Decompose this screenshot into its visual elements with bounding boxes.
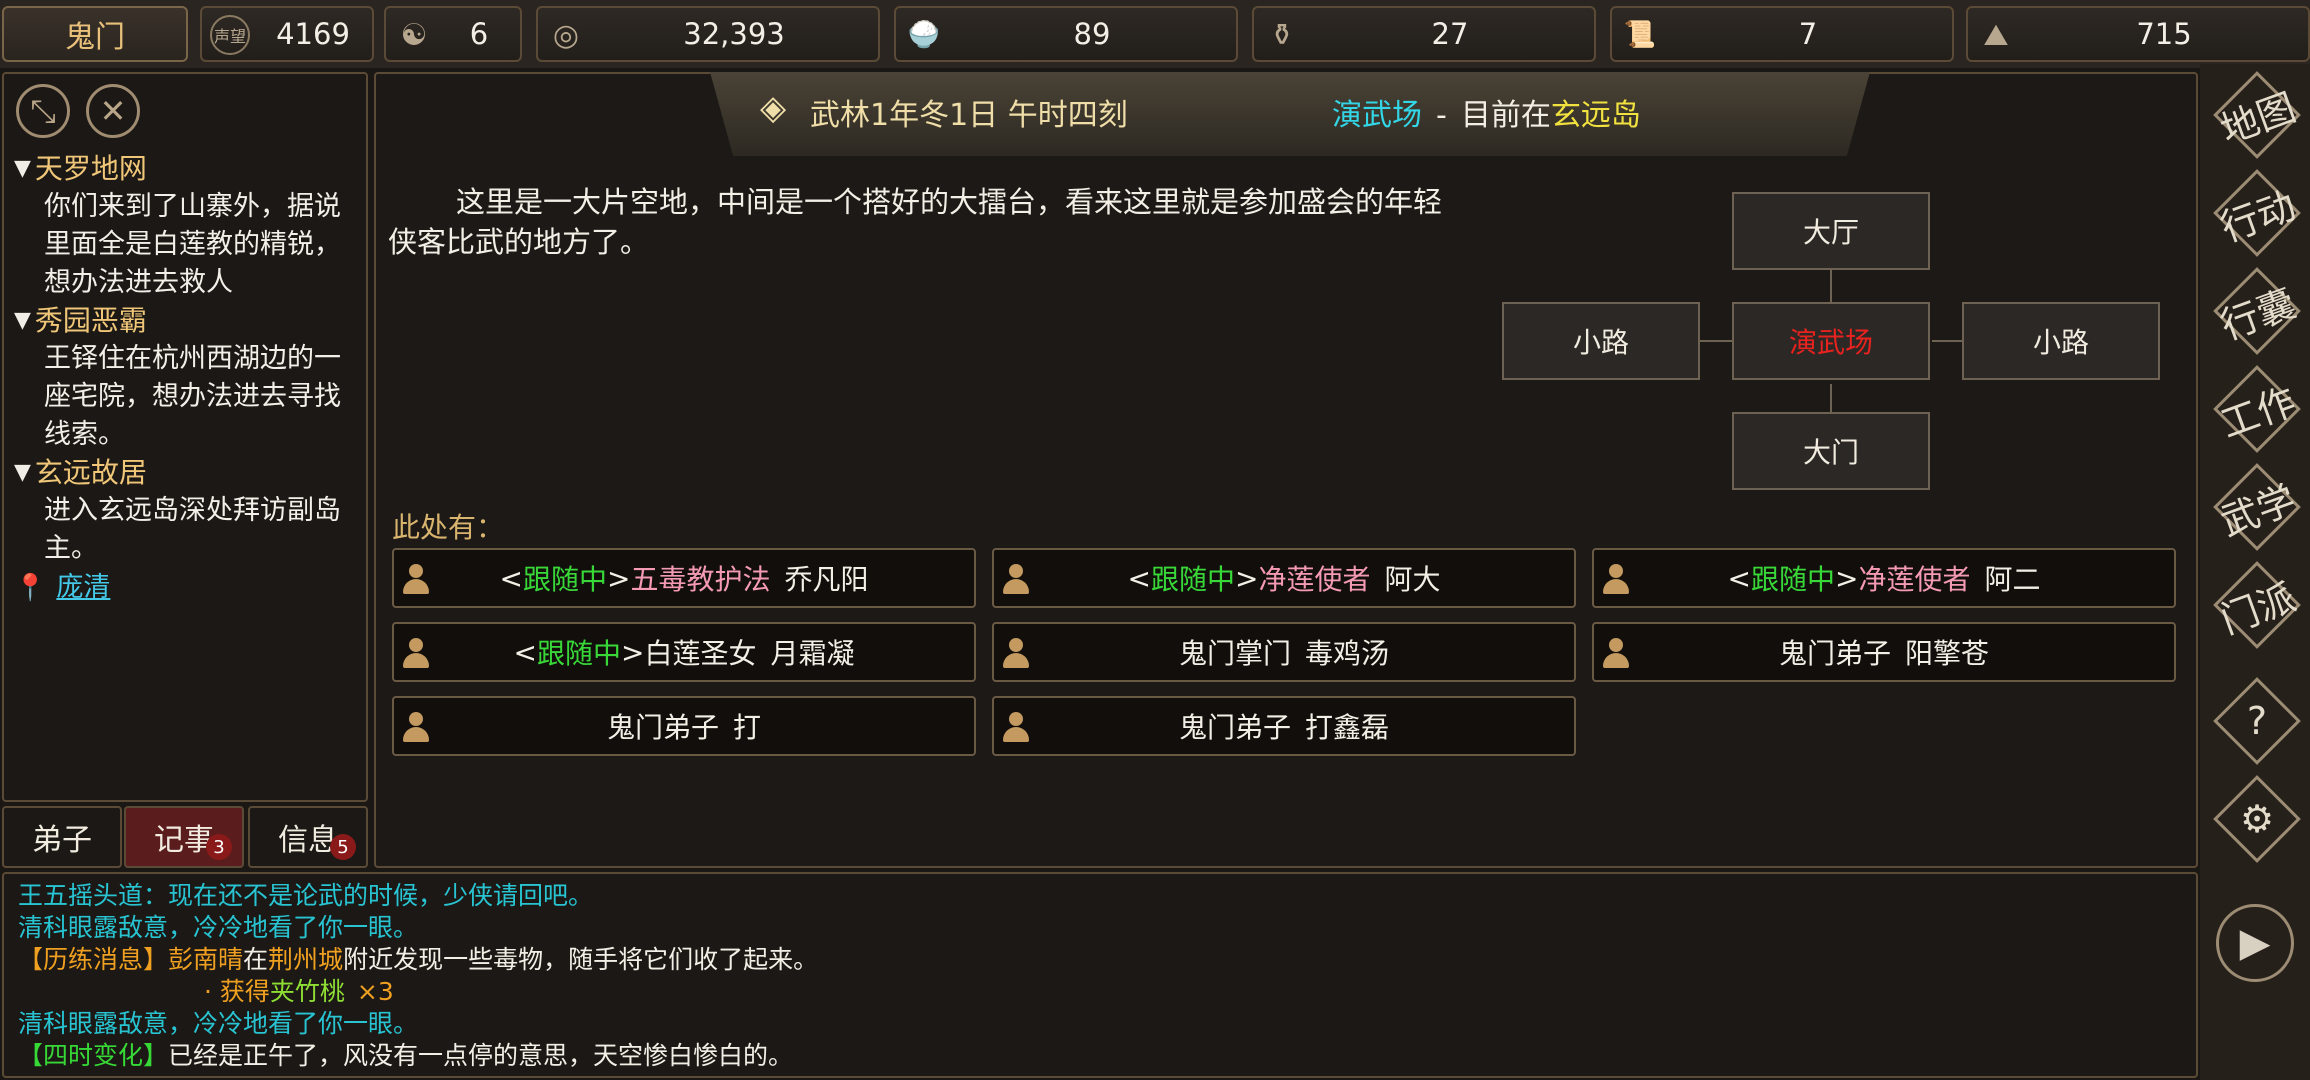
quest-npc-link[interactable]: 📍 庞清: [14, 568, 364, 608]
log-line: 清科眼露敌意，冷冷地看了你一眼。: [18, 913, 419, 942]
right-nav: 地图 行动 行囊 工作 武学 门派 ? ⚙ ▶: [2200, 64, 2310, 1080]
gourd-icon: ⚱: [1269, 17, 1295, 53]
tab-messages[interactable]: 信息 5: [248, 806, 368, 868]
stat-coin: ◎ 32,393: [536, 6, 880, 62]
ore-icon: ⛰: [1983, 17, 2009, 53]
help-button[interactable]: ?: [2212, 676, 2302, 766]
npc-button[interactable]: < 跟随中 > 净莲使者 阿二: [1592, 548, 2176, 608]
map-node-north[interactable]: 大厅: [1732, 192, 1930, 270]
log-line: 【历练消息】彭南晴在荆州城附近发现一些毒物，随手将它们收了起来。: [18, 945, 819, 974]
sect-button[interactable]: 鬼门: [2, 6, 188, 62]
quest-title[interactable]: ▼ 秀园恶霸: [14, 302, 364, 340]
person-icon: [1602, 564, 1630, 594]
sect-nav-button[interactable]: 门派: [2212, 560, 2302, 650]
martial-arts-button[interactable]: 武学: [2212, 462, 2302, 552]
person-icon: [402, 712, 430, 742]
stat-scroll: 📜 7: [1610, 6, 1954, 62]
stat-value: 27: [1431, 17, 1469, 51]
stat-value: 7: [1798, 17, 1818, 51]
log-line: 清科眼露敌意，冷冷地看了你一眼。: [18, 1009, 419, 1038]
compass-icon: ◈: [760, 88, 787, 128]
stat-yin-yang: ☯ 6: [384, 6, 522, 62]
log-line: · 获得夹竹桃 ×3: [204, 977, 394, 1006]
npc-button[interactable]: 鬼门弟子 阳擎苍: [1592, 622, 2176, 682]
npc-button[interactable]: 鬼门掌门 毒鸡汤: [992, 622, 1576, 682]
expand-triangle-icon: ▼: [14, 156, 31, 181]
npc-button[interactable]: < 跟随中 > 白莲圣女 月霜凝: [392, 622, 976, 682]
bag-button[interactable]: 行囊: [2212, 266, 2302, 356]
map-connector: [1830, 270, 1832, 306]
quest-panel: ⤡ ✕ ▼ 天罗地网 你们来到了山寨外，据说里面全是白莲教的精锐，想办法进去救人…: [2, 72, 368, 802]
log-line: 王五摇头道：现在还不是论武的时候，少侠请回吧。: [18, 881, 594, 910]
npc-button[interactable]: < 跟随中 > 五毒教护法 乔凡阳: [392, 548, 976, 608]
location-panel: ◈ 武林1年冬1日 午时四刻 演武场 - 目前在玄远岛 这里是一大片空地，中间是一个…: [374, 72, 2198, 868]
current-location: 演武场 - 目前在玄远岛: [1332, 98, 1641, 133]
quest-title[interactable]: ▼ 天罗地网: [14, 150, 364, 188]
person-icon: [402, 638, 430, 668]
person-icon: [1602, 638, 1630, 668]
tab-journal[interactable]: 记事 3: [124, 806, 244, 868]
scroll-icon: 📜: [1623, 20, 1657, 50]
action-button[interactable]: 行动: [2212, 168, 2302, 258]
stat-value: 4169: [276, 17, 350, 51]
close-icon[interactable]: ✕: [86, 84, 140, 138]
stat-reputation: 声望 4169: [200, 6, 374, 62]
map-node-south[interactable]: 大门: [1732, 412, 1930, 490]
message-log[interactable]: 王五摇头道：现在还不是论武的时候，少侠请回吧。 清科眼露敌意，冷冷地看了你一眼。…: [2, 872, 2198, 1078]
quest-list: ▼ 天罗地网 你们来到了山寨外，据说里面全是白莲教的精锐，想办法进去救人 ▼ 秀…: [14, 150, 364, 608]
location-banner: ◈ 武林1年冬1日 午时四刻 演武场 - 目前在玄远岛: [710, 72, 1870, 156]
settings-button[interactable]: ⚙: [2212, 774, 2302, 864]
yin-yang-icon: ☯: [400, 17, 428, 53]
npc-button[interactable]: < 跟随中 > 净莲使者 阿大: [992, 548, 1576, 608]
npc-button[interactable]: 鬼门弟子 打鑫磊: [992, 696, 1576, 756]
stat-gourd: ⚱ 27: [1252, 6, 1596, 62]
location-pin-icon: 📍: [14, 573, 47, 603]
game-date: 武林1年冬1日 午时四刻: [810, 98, 1128, 133]
expand-triangle-icon: ▼: [14, 460, 31, 485]
tab-disciples[interactable]: 弟子: [2, 806, 122, 868]
stat-value: 32,393: [683, 17, 785, 51]
stat-food: 🍚 89: [894, 6, 1238, 62]
stat-value: 89: [1073, 17, 1111, 51]
npc-button[interactable]: 鬼门弟子打: [392, 696, 976, 756]
work-button[interactable]: 工作: [2212, 364, 2302, 454]
person-icon: [1002, 638, 1030, 668]
log-line: 【四时变化】已经是正午了，风没有一点停的意思，天空惨白惨白的。: [18, 1041, 794, 1070]
person-icon: [1002, 712, 1030, 742]
expand-triangle-icon: ▼: [14, 308, 31, 333]
coin-icon: ◎: [552, 17, 580, 53]
reputation-icon: 声望: [210, 15, 250, 55]
quest-description: 王铎住在杭州西湖边的一座宅院，想办法进去寻找线索。: [44, 343, 341, 450]
top-status-bar: 鬼门 声望 4169 ☯ 6 ◎ 32,393 🍚 89 ⚱ 27 📜 7 ⛰ …: [0, 0, 2310, 68]
stat-value: 715: [2136, 17, 2192, 51]
stat-value: 6: [469, 17, 489, 51]
person-icon: [402, 564, 430, 594]
room-name: 演武场: [1332, 98, 1422, 133]
present-npcs-label: 此处有：: [392, 511, 505, 544]
stat-ore: ⛰ 715: [1966, 6, 2310, 62]
map-button[interactable]: 地图: [2212, 70, 2302, 160]
play-icon: ▶: [2239, 920, 2271, 966]
notification-badge: 3: [206, 834, 232, 860]
food-bowl-icon: 🍚: [907, 20, 941, 50]
quest-description: 你们来到了山寨外，据说里面全是白莲教的精锐，想办法进去救人: [44, 191, 341, 298]
play-button[interactable]: ▶: [2216, 904, 2294, 982]
map-node-west[interactable]: 小路: [1502, 302, 1700, 380]
person-icon: [1002, 564, 1030, 594]
room-description: 这里是一大片空地，中间是一个搭好的大擂台，看来这里就是参加盛会的年轻侠客比武的地…: [388, 185, 1443, 259]
quest-description: 进入玄远岛深处拜访副岛主。: [44, 495, 341, 564]
quest-title[interactable]: ▼ 玄远故居: [14, 454, 364, 492]
region-name: 玄远岛: [1550, 98, 1641, 133]
notification-badge: 5: [330, 834, 356, 860]
map-node-east[interactable]: 小路: [1962, 302, 2160, 380]
map-node-current: 演武场: [1732, 302, 1930, 380]
collapse-icon[interactable]: ⤡: [16, 84, 70, 138]
